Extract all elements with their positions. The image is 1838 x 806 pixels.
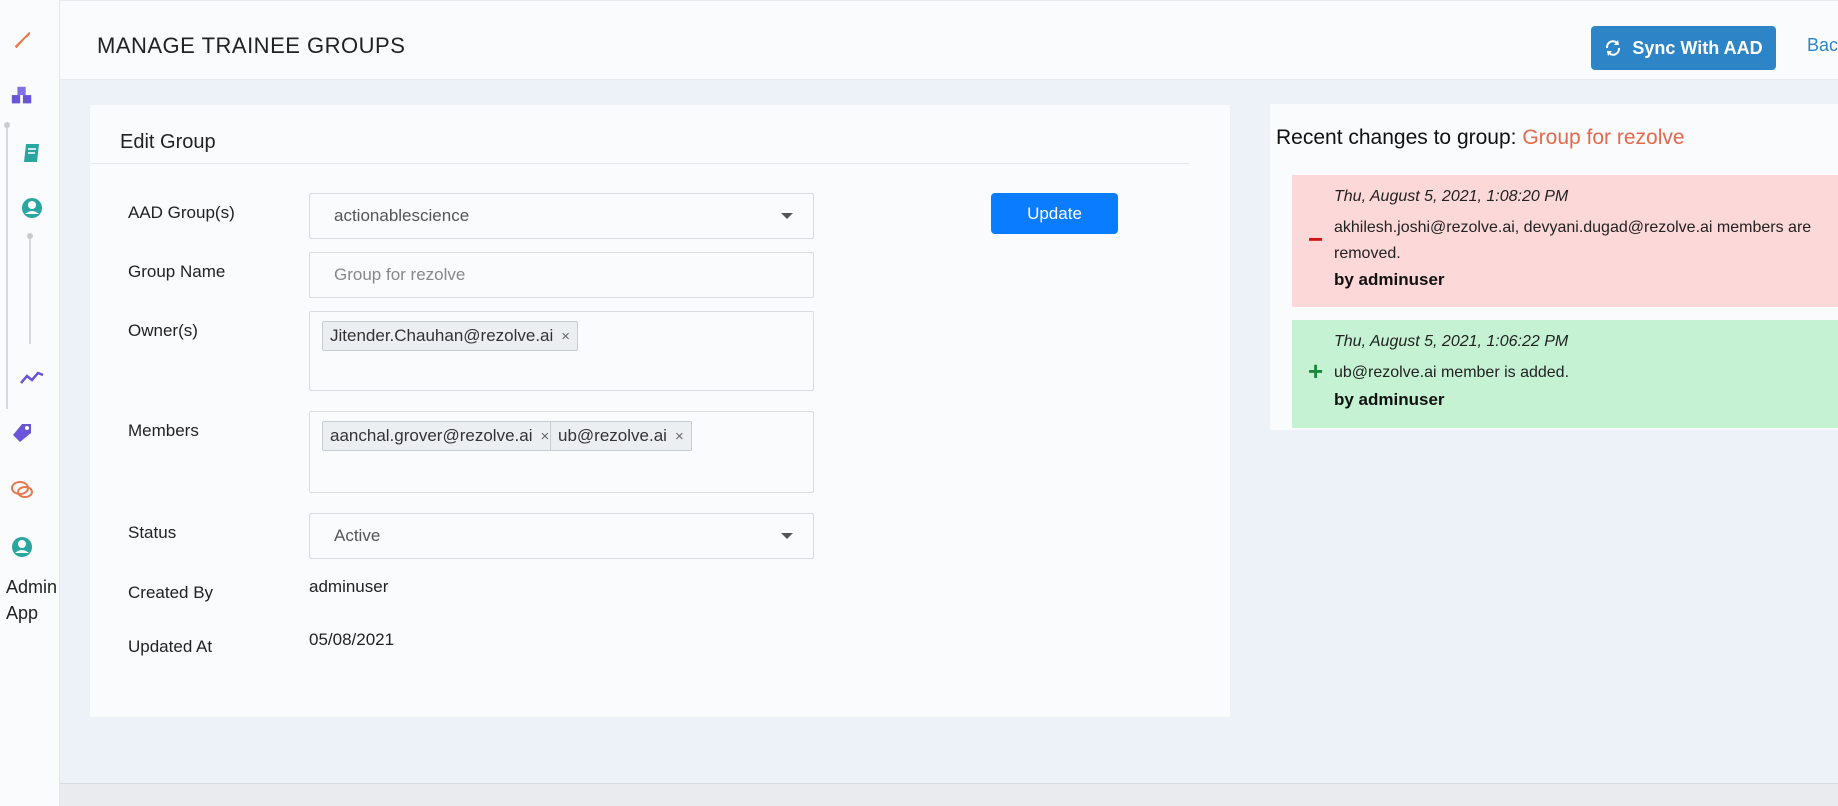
sync-with-aad-button[interactable]: Sync With AAD [1591,26,1776,70]
member-tag: ub@rezolve.ai × [550,421,692,451]
admin-app-label[interactable]: Admin App [6,574,57,626]
created-by-value: adminuser [309,577,389,596]
members-multiselect[interactable]: aanchal.grover@rezolve.ai × ub@rezolve.a… [309,411,814,493]
updated-at-value: 05/08/2021 [309,630,395,649]
change-author: by adminuser [1334,390,1445,409]
back-link[interactable]: Back [1807,35,1838,56]
recent-changes-prefix: Recent changes to group: [1276,126,1517,149]
card-divider [90,163,1190,164]
recent-changes-panel: Recent changes to group: Group for rezol… [1270,104,1838,430]
plus-icon: + [1308,356,1324,386]
edit-group-title: Edit Group [120,131,216,153]
group-name-label: Group Name [128,262,226,281]
owner-tag-label: Jitender.Chauhan@rezolve.ai [330,326,554,345]
wrench-icon[interactable] [10,28,34,52]
member-tag: aanchal.grover@rezolve.ai × [322,421,558,451]
change-author: by adminuser [1334,270,1445,289]
owners-multiselect[interactable]: Jitender.Chauhan@rezolve.ai × [309,311,814,391]
remove-tag-icon[interactable]: × [561,328,570,345]
members-label: Members [128,421,199,440]
admin-app-label-line1: Admin [6,577,58,597]
owners-label: Owner(s) [128,321,198,340]
recent-changes-title: Recent changes to group: Group for rezol… [1276,126,1685,150]
status-label: Status [128,523,177,542]
trend-line-icon[interactable] [20,365,44,389]
remove-tag-icon[interactable]: × [540,428,549,445]
admin-app-label-line2: App [6,603,39,623]
aad-groups-value: actionablescience [334,206,470,225]
member-tag-label: aanchal.grover@rezolve.ai [330,426,533,445]
change-item-removed: − Thu, August 5, 2021, 1:08:20 PM akhile… [1292,175,1838,307]
aad-groups-label: AAD Group(s) [128,203,235,222]
created-by-label: Created By [128,583,214,602]
chat-icon[interactable] [10,478,34,502]
user-circle-icon[interactable] [20,196,44,220]
status-select[interactable]: Active [309,513,814,559]
edit-group-card: Edit Group Update AAD Group(s) actionabl… [89,104,1231,718]
page-title: MANAGE TRAINEE GROUPS [97,33,406,58]
cubes-icon[interactable] [10,84,34,108]
change-timestamp: Thu, August 5, 2021, 1:08:20 PM [1334,188,1569,205]
group-name-input[interactable]: Group for rezolve [309,252,814,298]
status-value: Active [334,526,381,545]
aad-groups-select[interactable]: actionablescience [309,193,814,239]
sidebar-track-dot [4,122,10,128]
tag-icon[interactable] [10,421,34,445]
sidebar-sub-track-line [29,236,31,344]
admin-user-icon[interactable] [10,535,34,559]
recent-changes-group-name: Group for rezolve [1522,126,1685,149]
change-timestamp: Thu, August 5, 2021, 1:06:22 PM [1334,333,1569,350]
footer-bar [60,783,1838,806]
group-name-placeholder: Group for rezolve [334,265,466,284]
minus-icon: − [1308,224,1324,254]
top-bar: MANAGE TRAINEE GROUPS Sync With AAD Back [60,0,1838,80]
updated-at-label: Updated At [128,637,213,656]
sidebar-track-dot [27,233,33,239]
sync-button-label: Sync With AAD [1632,37,1763,58]
chevron-down-icon [781,533,793,539]
change-message: ub@rezolve.ai member is added. [1334,364,1570,381]
sidebar: Admin App [0,0,60,806]
owner-tag: Jitender.Chauhan@rezolve.ai × [322,321,579,351]
update-button[interactable]: Update [991,193,1118,234]
sync-icon [1606,40,1621,56]
chevron-down-icon [781,213,793,219]
change-message: akhilesh.joshi@rezolve.ai, devyani.dugad… [1334,219,1812,262]
book-icon[interactable] [20,141,44,165]
sidebar-track-line [6,124,8,409]
change-item-added: + Thu, August 5, 2021, 1:06:22 PM ub@rez… [1292,320,1838,428]
remove-tag-icon[interactable]: × [675,428,684,445]
member-tag-label: ub@rezolve.ai [558,426,667,445]
